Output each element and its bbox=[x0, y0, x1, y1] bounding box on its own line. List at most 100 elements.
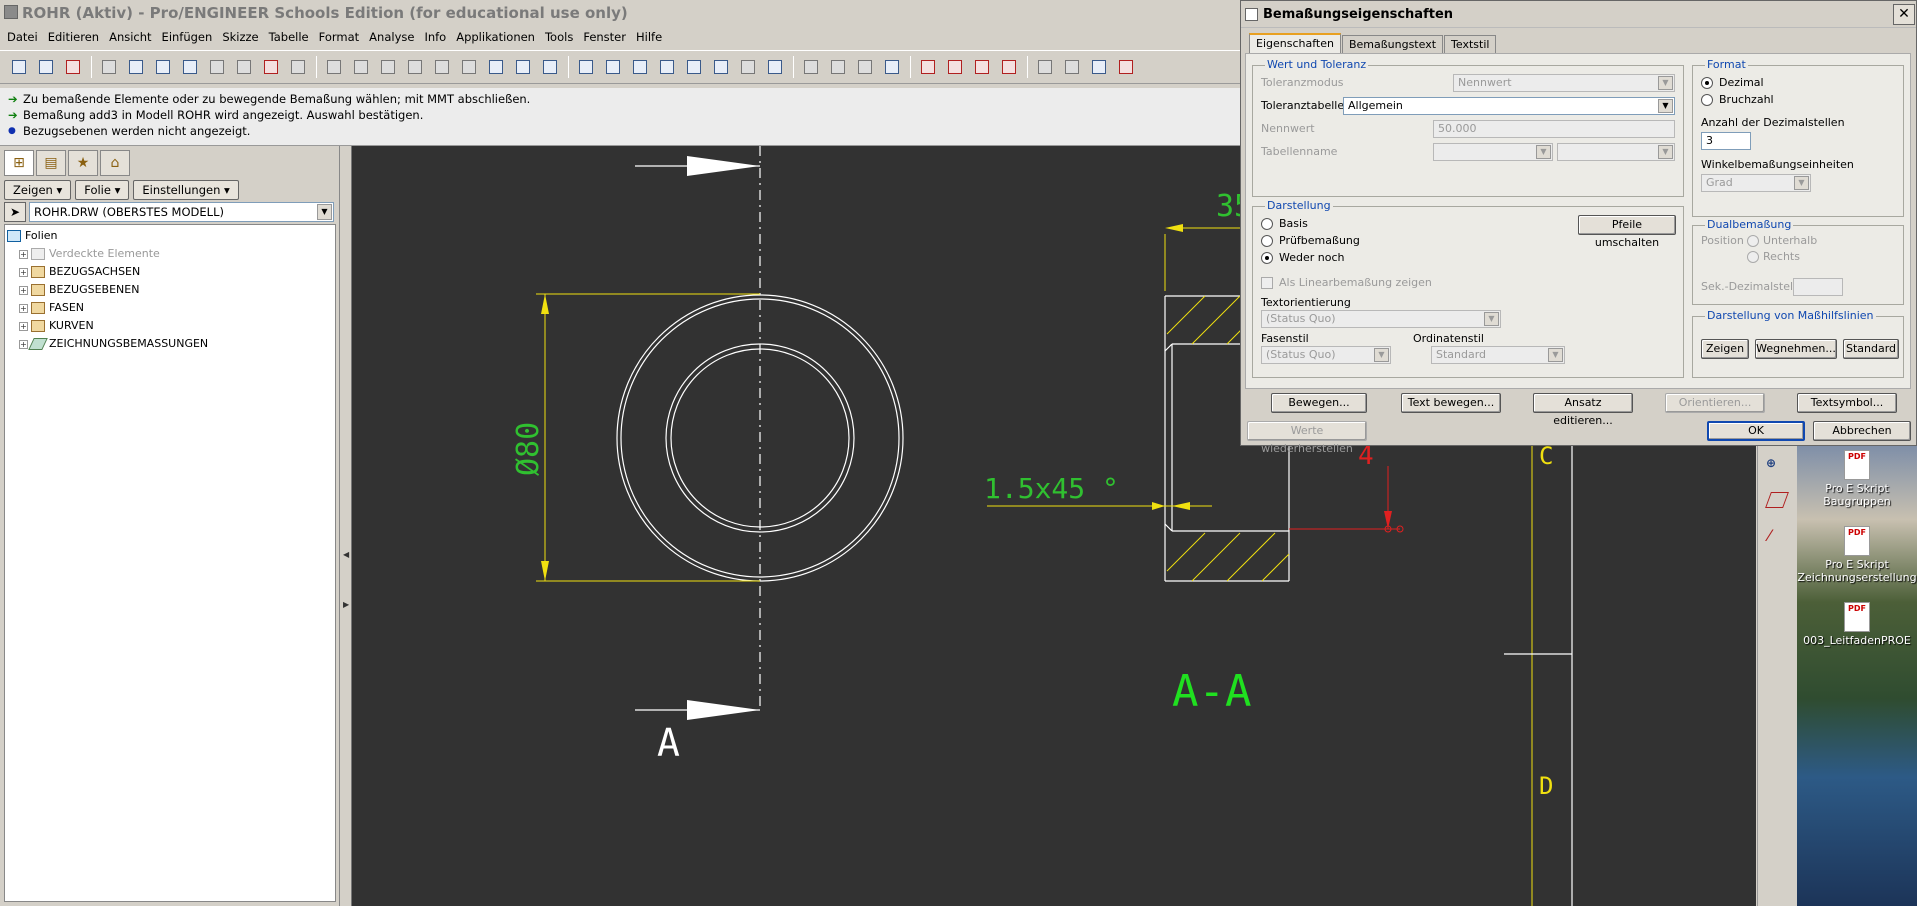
save-icon[interactable] bbox=[152, 56, 174, 78]
paste-special-icon[interactable] bbox=[458, 56, 480, 78]
no-hidden-icon[interactable] bbox=[854, 56, 876, 78]
wireframe-icon[interactable] bbox=[800, 56, 822, 78]
export-icon[interactable] bbox=[260, 56, 282, 78]
hidden-line-icon[interactable] bbox=[827, 56, 849, 78]
menu-editieren[interactable]: Editieren bbox=[48, 30, 99, 44]
menu-format[interactable]: Format bbox=[319, 30, 360, 44]
section-title[interactable]: A-A bbox=[1172, 666, 1251, 717]
close-icon[interactable]: ✕ bbox=[1893, 4, 1915, 25]
close-window-icon[interactable] bbox=[62, 56, 84, 78]
table-column-select[interactable]: ▼ bbox=[1557, 143, 1675, 161]
table-name-select[interactable]: ▼ bbox=[1433, 143, 1553, 161]
open-folder-icon[interactable] bbox=[125, 56, 147, 78]
desktop-icon-leitfaden[interactable]: PDF 003_LeitfadenPROE bbox=[1797, 602, 1917, 647]
repaint-icon[interactable] bbox=[575, 56, 597, 78]
tab-textstil[interactable]: Textstil bbox=[1444, 35, 1497, 53]
print-preview-icon[interactable] bbox=[233, 56, 255, 78]
orient-button[interactable]: Orientieren... bbox=[1665, 393, 1765, 413]
expand-icon[interactable]: + bbox=[19, 249, 28, 259]
decimal-radio[interactable] bbox=[1701, 77, 1713, 89]
fraction-radio[interactable] bbox=[1701, 94, 1713, 106]
find-icon[interactable] bbox=[512, 56, 534, 78]
menu-einfuegen[interactable]: Einfügen bbox=[162, 30, 213, 44]
expand-icon[interactable]: + bbox=[19, 339, 28, 349]
witness-remove-button[interactable]: Wegnehmen... bbox=[1755, 339, 1837, 359]
new-file-icon[interactable] bbox=[98, 56, 120, 78]
layers-icon[interactable] bbox=[764, 56, 786, 78]
menu-tabelle[interactable]: Tabelle bbox=[269, 30, 309, 44]
model-dropdown[interactable]: ROHR.DRW (OBERSTES MODELL) ▼ bbox=[29, 202, 334, 222]
tree-item[interactable]: + Verdeckte Elemente bbox=[7, 245, 335, 263]
chamfer-dim-text[interactable]: 1.5x45 ° bbox=[984, 472, 1119, 505]
chamfer-style-select[interactable]: (Status Quo) ▼ bbox=[1261, 346, 1391, 364]
edit-origin-button[interactable]: Ansatz editieren... bbox=[1533, 393, 1633, 427]
cancel-icon[interactable] bbox=[1034, 56, 1056, 78]
zoom-in-icon[interactable] bbox=[656, 56, 678, 78]
model-tree-tab-icon[interactable]: ⊞ bbox=[4, 150, 34, 176]
regenerate-icon[interactable] bbox=[287, 56, 309, 78]
collapse-left-icon[interactable]: ◀ bbox=[343, 550, 349, 559]
ordinate-style-select[interactable]: Standard ▼ bbox=[1431, 346, 1565, 364]
diameter-dim-text[interactable]: Ø80 bbox=[511, 422, 546, 476]
refresh-icon[interactable] bbox=[1088, 56, 1110, 78]
menu-tools[interactable]: Tools bbox=[545, 30, 573, 44]
panel-splitter[interactable]: ◀ ▶ bbox=[341, 146, 352, 906]
datum-planes-icon[interactable] bbox=[917, 56, 939, 78]
tolerance-table-select[interactable]: Allgemein ▼ bbox=[1343, 97, 1675, 115]
tree-item[interactable]: + FASEN bbox=[7, 299, 335, 317]
cut-icon[interactable] bbox=[377, 56, 399, 78]
witness-standard-button[interactable]: Standard bbox=[1843, 339, 1899, 359]
desktop-icon-skript-baugruppen[interactable]: PDF Pro E Skript Baugruppen bbox=[1797, 450, 1917, 508]
flip-arrows-button[interactable]: Pfeile umschalten bbox=[1578, 215, 1676, 249]
expand-icon[interactable]: + bbox=[19, 267, 28, 277]
tolerance-mode-select[interactable]: Nennwert ▼ bbox=[1453, 74, 1675, 92]
move-button[interactable]: Bewegen... bbox=[1271, 393, 1367, 413]
desktop-icon-skript-zeichnung[interactable]: PDF Pro E Skript Zeichnungserstellung bbox=[1797, 526, 1917, 584]
expand-icon[interactable]: + bbox=[19, 321, 28, 331]
zoom-out-icon[interactable] bbox=[683, 56, 705, 78]
context-help-icon[interactable] bbox=[1115, 56, 1137, 78]
refit-icon[interactable] bbox=[710, 56, 732, 78]
plane-tool-icon[interactable] bbox=[1765, 492, 1789, 508]
model-tree-icon[interactable] bbox=[485, 56, 507, 78]
tree-item[interactable]: + KURVEN bbox=[7, 317, 335, 335]
right-radio[interactable] bbox=[1747, 251, 1759, 263]
expand-right-icon[interactable]: ▶ bbox=[343, 600, 349, 609]
basis-radio[interactable] bbox=[1261, 218, 1273, 230]
show-linear-checkbox[interactable] bbox=[1261, 277, 1273, 289]
select-box-icon[interactable] bbox=[539, 56, 561, 78]
decimals-input[interactable]: 3 bbox=[1701, 132, 1751, 150]
axis-tool-icon[interactable]: ⁄ bbox=[1768, 526, 1771, 545]
tree-root[interactable]: Folien bbox=[7, 227, 335, 245]
show-button[interactable]: Zeigen ▾ bbox=[4, 180, 72, 200]
ok-button[interactable]: OK bbox=[1707, 421, 1805, 441]
folder-browser-tab-icon[interactable]: ▤ bbox=[36, 150, 66, 176]
menu-hilfe[interactable]: Hilfe bbox=[636, 30, 662, 44]
menu-fenster[interactable]: Fenster bbox=[583, 30, 626, 44]
text-symbol-button[interactable]: Textsymbol... bbox=[1797, 393, 1897, 413]
redo-icon[interactable] bbox=[350, 56, 372, 78]
below-radio[interactable] bbox=[1747, 235, 1759, 247]
undo-icon[interactable] bbox=[323, 56, 345, 78]
menu-info[interactable]: Info bbox=[424, 30, 446, 44]
menu-analyse[interactable]: Analyse bbox=[369, 30, 414, 44]
angle-units-select[interactable]: Grad ▼ bbox=[1701, 174, 1811, 192]
secondary-decimals-input[interactable] bbox=[1793, 278, 1843, 296]
named-views-icon[interactable] bbox=[737, 56, 759, 78]
tab-eigenschaften[interactable]: Eigenschaften bbox=[1249, 33, 1341, 53]
datum-points-icon[interactable] bbox=[971, 56, 993, 78]
datum-axes-icon[interactable] bbox=[944, 56, 966, 78]
dimension-tool-icon[interactable]: ⊕ bbox=[1766, 456, 1788, 476]
shading-icon[interactable] bbox=[881, 56, 903, 78]
neither-radio[interactable] bbox=[1261, 252, 1273, 264]
expand-icon[interactable]: + bbox=[19, 303, 28, 313]
expand-icon[interactable]: + bbox=[19, 285, 28, 295]
inspection-radio[interactable] bbox=[1261, 235, 1273, 247]
menu-applikationen[interactable]: Applikationen bbox=[456, 30, 535, 44]
paste-icon[interactable] bbox=[431, 56, 453, 78]
save-copy-icon[interactable] bbox=[179, 56, 201, 78]
spin-center-icon[interactable] bbox=[602, 56, 624, 78]
text-orientation-select[interactable]: (Status Quo) ▼ bbox=[1261, 310, 1501, 328]
move-text-button[interactable]: Text bewegen... bbox=[1401, 393, 1501, 413]
tab-bemassungstext[interactable]: Bemaßungstext bbox=[1341, 35, 1444, 53]
